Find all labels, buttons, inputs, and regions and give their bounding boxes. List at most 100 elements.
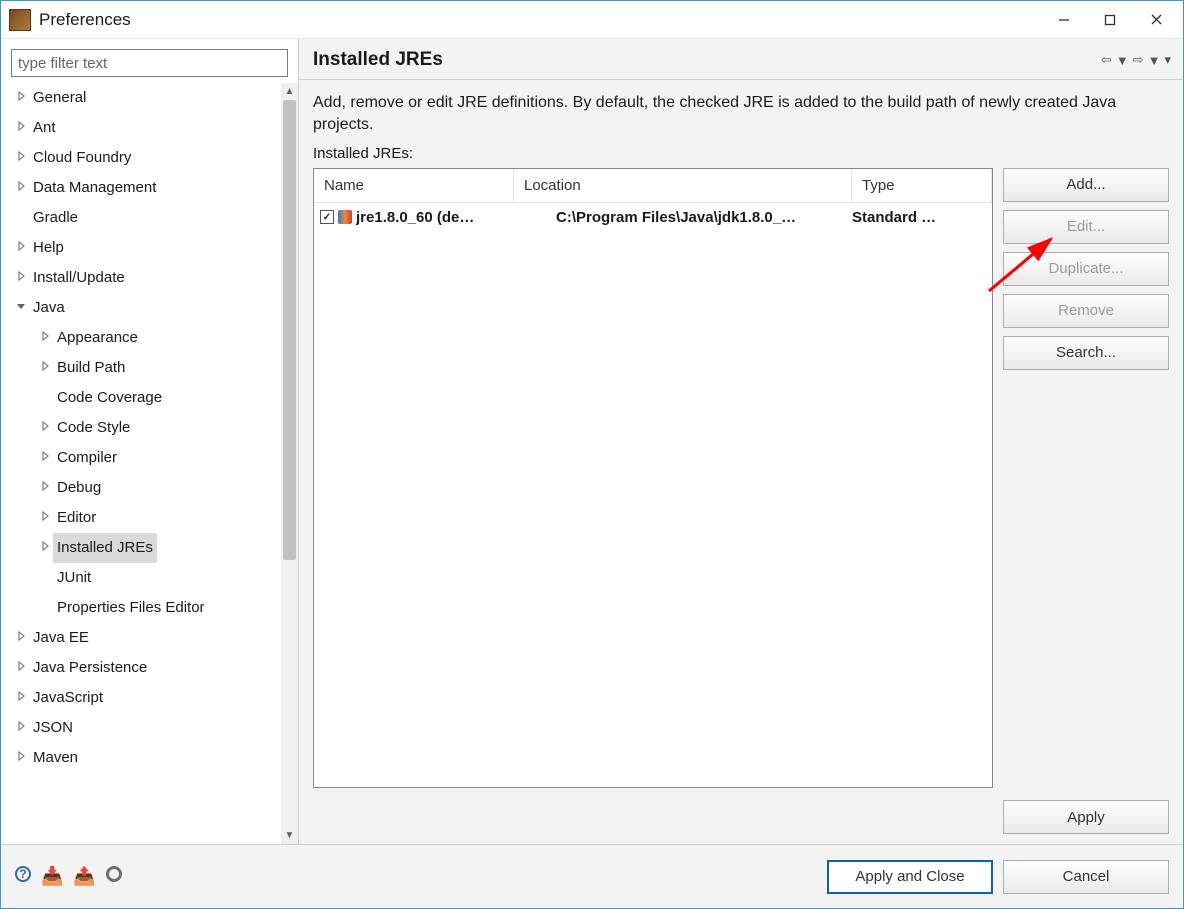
tree-item-label: Java Persistence: [29, 653, 151, 683]
forward-icon[interactable]: ⇨: [1133, 52, 1144, 68]
tree-item-debug[interactable]: Debug: [7, 473, 280, 503]
tree-item-code-style[interactable]: Code Style: [7, 413, 280, 443]
tree-item-label: Code Style: [53, 413, 134, 443]
help-icon[interactable]: ?: [15, 866, 31, 882]
tree-item-gradle[interactable]: Gradle: [7, 203, 280, 233]
import-icon[interactable]: 📥: [41, 866, 63, 887]
apply-button[interactable]: Apply: [1003, 800, 1169, 834]
tree-item-editor[interactable]: Editor: [7, 503, 280, 533]
page-menu-icon[interactable]: ▾: [1164, 52, 1171, 68]
tree-item-install-update[interactable]: Install/Update: [7, 263, 280, 293]
collapse-icon[interactable]: [13, 293, 29, 323]
col-type[interactable]: Type: [852, 169, 992, 202]
col-location[interactable]: Location: [514, 169, 852, 202]
tree-item-label: Data Management: [29, 173, 160, 203]
tree-item-label: Ant: [29, 113, 60, 143]
tree-item-label: Gradle: [29, 203, 82, 233]
add-button[interactable]: Add...: [1003, 168, 1169, 202]
tree-item-installed-jres[interactable]: Installed JREs: [7, 533, 280, 563]
tree-item-general[interactable]: General: [7, 83, 280, 113]
duplicate-button[interactable]: Duplicate...: [1003, 252, 1169, 286]
minimize-button[interactable]: [1041, 5, 1087, 35]
expand-icon[interactable]: [13, 233, 29, 263]
tree-item-java[interactable]: Java: [7, 293, 280, 323]
remove-button[interactable]: Remove: [1003, 294, 1169, 328]
tree-item-build-path[interactable]: Build Path: [7, 353, 280, 383]
row-checkbox[interactable]: ✓: [320, 210, 334, 224]
expand-icon[interactable]: [37, 503, 53, 533]
tree-item-cloud-foundry[interactable]: Cloud Foundry: [7, 143, 280, 173]
tree-item-compiler[interactable]: Compiler: [7, 443, 280, 473]
filter-input[interactable]: [11, 49, 288, 77]
back-menu-icon[interactable]: ▼: [1116, 53, 1129, 68]
page-panel: Installed JREs ⇦ ▼ ⇨ ▼ ▾ Add, remove or …: [299, 39, 1183, 844]
tree-item-java-ee[interactable]: Java EE: [7, 623, 280, 653]
expand-icon[interactable]: [13, 743, 29, 773]
table-row[interactable]: ✓ jre1.8.0_60 (de… C:\Program Files\Java…: [314, 203, 992, 232]
edit-button[interactable]: Edit...: [1003, 210, 1169, 244]
preferences-tree[interactable]: GeneralAntCloud FoundryData ManagementGr…: [7, 83, 298, 844]
expand-icon[interactable]: [13, 143, 29, 173]
maximize-button[interactable]: [1087, 5, 1133, 35]
tree-item-data-management[interactable]: Data Management: [7, 173, 280, 203]
tree-item-label: Build Path: [53, 353, 129, 383]
tree-item-label: JavaScript: [29, 683, 107, 713]
maximize-icon: [1104, 14, 1116, 26]
expand-icon[interactable]: [37, 473, 53, 503]
tree-item-label: Appearance: [53, 323, 142, 353]
expand-icon[interactable]: [13, 113, 29, 143]
oomph-icon[interactable]: [106, 866, 122, 882]
expand-icon[interactable]: [37, 413, 53, 443]
tree-item-maven[interactable]: Maven: [7, 743, 280, 773]
close-icon: [1150, 13, 1163, 26]
tree-item-label: Java EE: [29, 623, 93, 653]
col-name[interactable]: Name: [314, 169, 514, 202]
forward-menu-icon[interactable]: ▼: [1148, 53, 1161, 68]
jre-table[interactable]: Name Location Type ✓ jre1.8.0_60 (de… C:…: [313, 168, 993, 788]
footer-icons: ? 📥 📤: [15, 866, 122, 887]
tree-item-label: General: [29, 83, 90, 113]
expand-icon[interactable]: [13, 713, 29, 743]
tree-item-label: Help: [29, 233, 68, 263]
dialog-footer: ? 📥 📤 Apply and Close Cancel: [1, 844, 1183, 908]
expand-icon[interactable]: [37, 443, 53, 473]
list-label: Installed JREs:: [313, 145, 1169, 162]
apply-and-close-button[interactable]: Apply and Close: [827, 860, 993, 894]
jre-icon: [338, 210, 352, 224]
tree-item-ant[interactable]: Ant: [7, 113, 280, 143]
cell-type: Standard …: [846, 209, 986, 226]
titlebar: Preferences: [1, 1, 1183, 39]
expand-icon[interactable]: [37, 353, 53, 383]
tree-item-javascript[interactable]: JavaScript: [7, 683, 280, 713]
tree-scrollbar[interactable]: ▲ ▼: [281, 83, 298, 844]
expand-icon[interactable]: [13, 623, 29, 653]
tree-item-junit[interactable]: JUnit: [7, 563, 280, 593]
tree-item-json[interactable]: JSON: [7, 713, 280, 743]
tree-item-properties-files-editor[interactable]: Properties Files Editor: [7, 593, 280, 623]
scroll-down-icon[interactable]: ▼: [281, 827, 298, 844]
tree-item-label: Maven: [29, 743, 82, 773]
scroll-thumb[interactable]: [283, 100, 296, 560]
expand-icon[interactable]: [13, 683, 29, 713]
back-icon[interactable]: ⇦: [1101, 52, 1112, 68]
cancel-button[interactable]: Cancel: [1003, 860, 1169, 894]
expand-icon[interactable]: [13, 173, 29, 203]
tree-item-help[interactable]: Help: [7, 233, 280, 263]
page-title: Installed JREs: [313, 49, 1101, 71]
expand-icon[interactable]: [13, 263, 29, 293]
expand-icon[interactable]: [37, 323, 53, 353]
search-button[interactable]: Search...: [1003, 336, 1169, 370]
tree-item-label: Compiler: [53, 443, 121, 473]
tree-item-code-coverage[interactable]: Code Coverage: [7, 383, 280, 413]
tree-item-label: Properties Files Editor: [53, 593, 209, 623]
tree-item-label: Install/Update: [29, 263, 129, 293]
export-icon[interactable]: 📤: [73, 866, 95, 887]
scroll-up-icon[interactable]: ▲: [281, 83, 298, 100]
tree-item-java-persistence[interactable]: Java Persistence: [7, 653, 280, 683]
expand-icon[interactable]: [37, 533, 53, 563]
expand-icon[interactable]: [13, 653, 29, 683]
expand-icon[interactable]: [13, 83, 29, 113]
tree-item-appearance[interactable]: Appearance: [7, 323, 280, 353]
minimize-icon: [1058, 14, 1070, 26]
close-button[interactable]: [1133, 5, 1179, 35]
